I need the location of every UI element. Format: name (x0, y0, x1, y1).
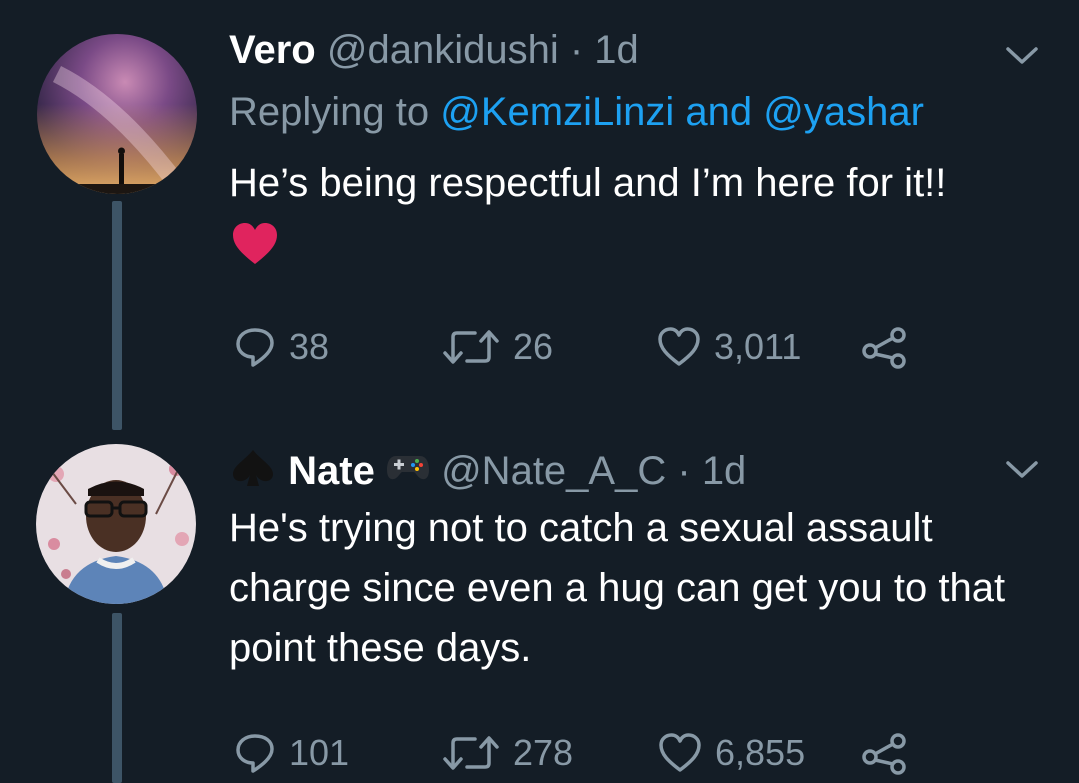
retweet-icon (443, 736, 499, 770)
tweet-nate[interactable]: Nate @Nate_A_C · 1d He's trying not to c… (0, 430, 1079, 783)
reply-icon (236, 734, 274, 773)
like-button[interactable]: 6,855 (657, 728, 805, 778)
share-button[interactable] (861, 728, 921, 778)
reply-count: 101 (289, 732, 350, 773)
spade-icon (233, 450, 273, 486)
replying-to: Replying to @KemziLinzi and @yashar (229, 90, 924, 135)
tweet-text: He's trying not to catch a sexual assaul… (229, 506, 1006, 670)
chevron-down-icon[interactable] (1005, 460, 1039, 480)
chevron-down-icon[interactable] (1005, 46, 1039, 66)
separator-dot: · (677, 449, 691, 493)
tweet-header: Nate @Nate_A_C · 1d (229, 448, 746, 494)
retweet-count: 278 (513, 732, 574, 773)
tweet-actions: 101 278 6,855 (233, 728, 933, 778)
mention-link[interactable]: @yashar (763, 90, 924, 134)
reply-icon (236, 328, 274, 367)
avatar[interactable] (36, 444, 196, 604)
thread-line (112, 201, 122, 430)
user-handle[interactable]: @Nate_A_C (441, 449, 666, 493)
share-icon (862, 327, 906, 369)
retweet-button[interactable]: 278 (441, 728, 573, 778)
share-button[interactable] (861, 322, 921, 372)
and-text: and (685, 90, 753, 134)
red-heart-icon (233, 223, 277, 264)
heart-icon (659, 733, 701, 772)
mention-link[interactable]: @KemziLinzi (440, 90, 674, 134)
avatar[interactable] (37, 34, 197, 194)
reply-button[interactable]: 38 (233, 322, 329, 372)
display-name[interactable]: Vero (229, 28, 316, 72)
reply-button[interactable]: 101 (233, 728, 349, 778)
like-count: 3,011 (714, 326, 802, 367)
tweet-vero[interactable]: Vero @dankidushi · 1d Replying to @Kemzi… (0, 0, 1079, 430)
thread-line (112, 613, 122, 783)
display-name[interactable]: Nate (288, 449, 375, 493)
timestamp[interactable]: 1d (594, 28, 639, 72)
user-handle[interactable]: @dankidushi (327, 28, 559, 72)
reply-count: 38 (289, 326, 330, 367)
share-icon (862, 733, 906, 775)
tweet-actions: 38 26 3,011 (233, 322, 933, 372)
heart-icon (658, 327, 700, 366)
tweet-text: He’s being respectful and I’m here for i… (229, 161, 947, 205)
like-button[interactable]: 3,011 (656, 322, 801, 372)
timestamp[interactable]: 1d (702, 449, 747, 493)
retweet-button[interactable]: 26 (441, 322, 553, 372)
retweet-count: 26 (513, 326, 554, 367)
gamepad-icon (386, 456, 429, 480)
tweet-header: Vero @dankidushi · 1d (229, 28, 639, 73)
separator-dot: · (569, 28, 584, 72)
retweet-icon (443, 330, 499, 364)
like-count: 6,855 (715, 732, 806, 773)
replying-prefix: Replying to (229, 90, 430, 134)
